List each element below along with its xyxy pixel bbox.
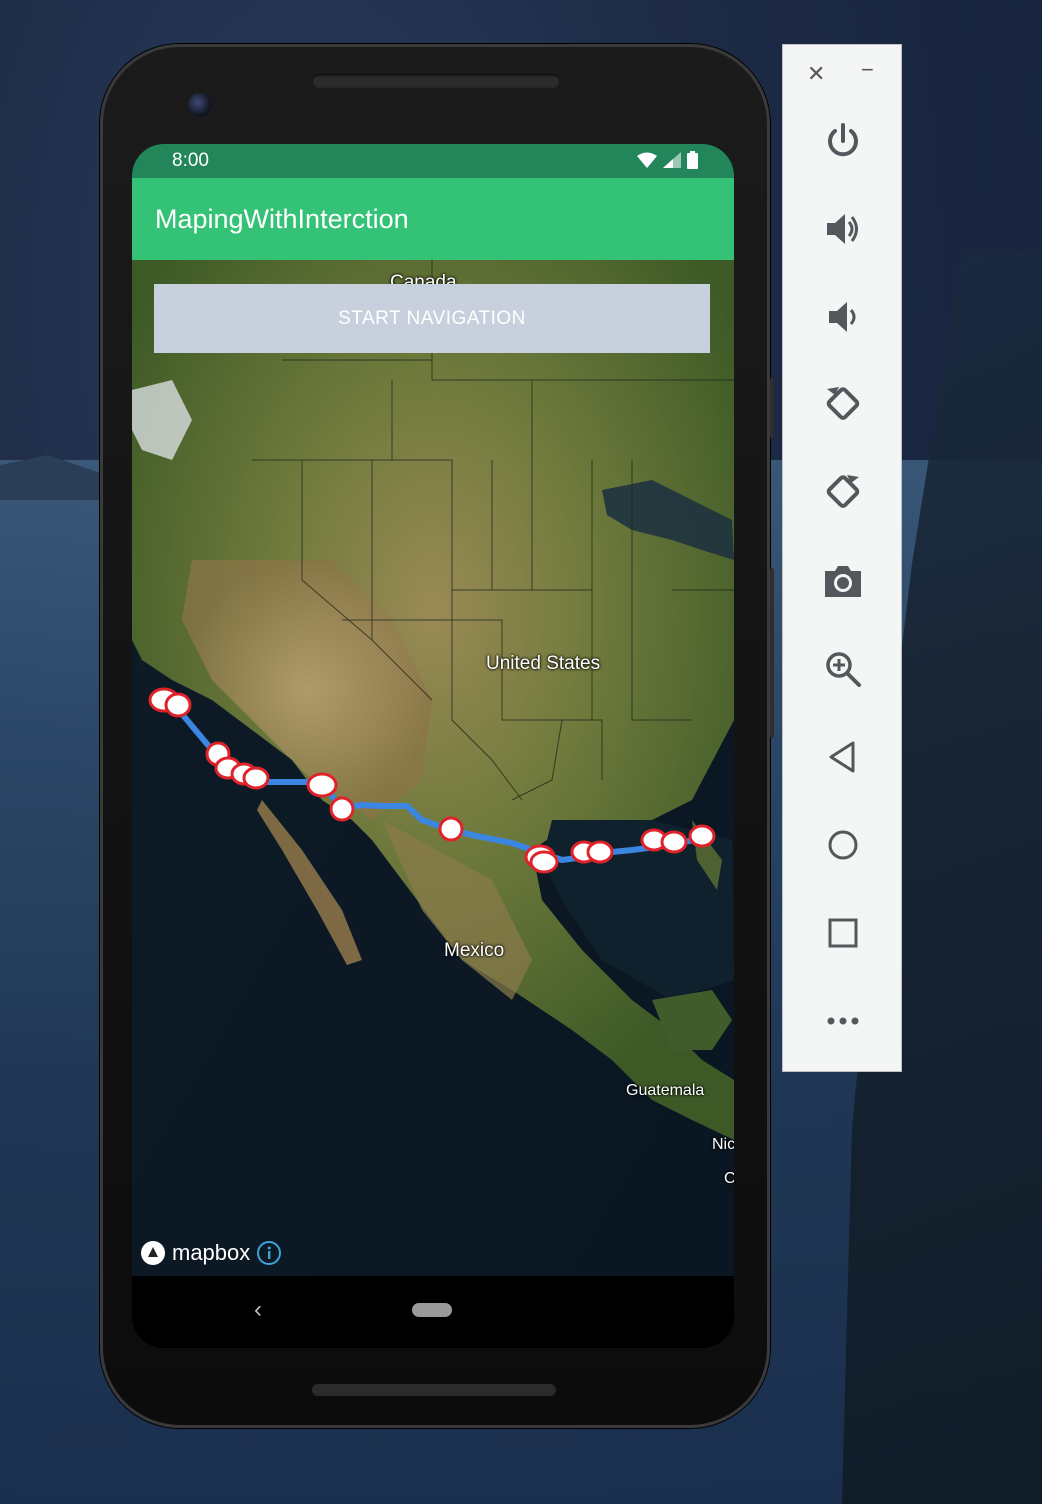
nav-back-icon[interactable]: ‹ xyxy=(254,1296,262,1324)
volume-up-button[interactable] xyxy=(819,205,867,253)
map-view[interactable]: Canada START NAVIGATION United States Me… xyxy=(132,260,734,1276)
emulator-toolbar: ✕ − xyxy=(782,44,902,1072)
status-time: 8:00 xyxy=(172,150,209,171)
overview-icon xyxy=(828,918,858,948)
more-icon xyxy=(827,1017,859,1025)
front-camera xyxy=(188,93,212,117)
volume-up-icon xyxy=(827,214,858,244)
mapbox-attribution: mapbox xyxy=(140,1240,282,1266)
zoom-icon xyxy=(826,652,861,687)
volume-down-icon xyxy=(829,302,856,332)
wifi-icon xyxy=(637,152,657,168)
home-icon xyxy=(828,830,858,860)
back-button[interactable] xyxy=(819,733,867,781)
back-icon xyxy=(829,741,855,773)
rotate-left-icon xyxy=(826,387,860,420)
top-speaker xyxy=(312,74,560,88)
toolbar-window-controls: ✕ − xyxy=(783,57,903,91)
overview-button[interactable] xyxy=(819,909,867,957)
nav-home-pill[interactable] xyxy=(412,1303,452,1317)
start-navigation-button[interactable]: START NAVIGATION xyxy=(154,284,710,353)
rotate-right-icon xyxy=(826,475,860,508)
close-icon[interactable]: ✕ xyxy=(807,61,825,87)
app-title: MapingWithInterction xyxy=(155,204,409,234)
minimize-icon[interactable]: − xyxy=(861,57,874,83)
map-label-guatemala: Guatemala xyxy=(626,1082,705,1099)
rotate-left-button[interactable] xyxy=(819,381,867,429)
status-bar: 8:00 xyxy=(132,144,734,178)
map-label-nic: Nic xyxy=(712,1136,734,1153)
bottom-speaker xyxy=(312,1384,556,1396)
side-button-volume[interactable] xyxy=(770,568,774,738)
zoom-button[interactable] xyxy=(819,645,867,693)
mapbox-wordmark: mapbox xyxy=(172,1240,251,1265)
more-button[interactable] xyxy=(819,997,867,1045)
mapbox-logo-icon xyxy=(141,1241,165,1265)
map-label-united-states: United States xyxy=(486,653,601,674)
power-button[interactable] xyxy=(819,117,867,165)
screenshot-button[interactable] xyxy=(819,557,867,605)
power-icon xyxy=(828,123,858,157)
camera-icon xyxy=(825,566,861,597)
map-label-c: C xyxy=(724,1170,734,1187)
signal-icon xyxy=(663,152,681,168)
satellite-map xyxy=(132,260,734,1276)
rotate-right-button[interactable] xyxy=(819,469,867,517)
battery-icon xyxy=(687,151,698,169)
map-label-mexico: Mexico xyxy=(444,940,505,961)
phone-screen: 8:00 MapingWithInterction Canada START N… xyxy=(132,144,734,1348)
status-icons xyxy=(637,151,698,169)
home-button[interactable] xyxy=(819,821,867,869)
info-icon[interactable] xyxy=(256,1240,282,1266)
side-button-power[interactable] xyxy=(770,378,774,438)
app-bar: MapingWithInterction xyxy=(132,178,734,260)
android-nav-bar: ‹ xyxy=(132,1276,734,1348)
volume-down-button[interactable] xyxy=(819,293,867,341)
